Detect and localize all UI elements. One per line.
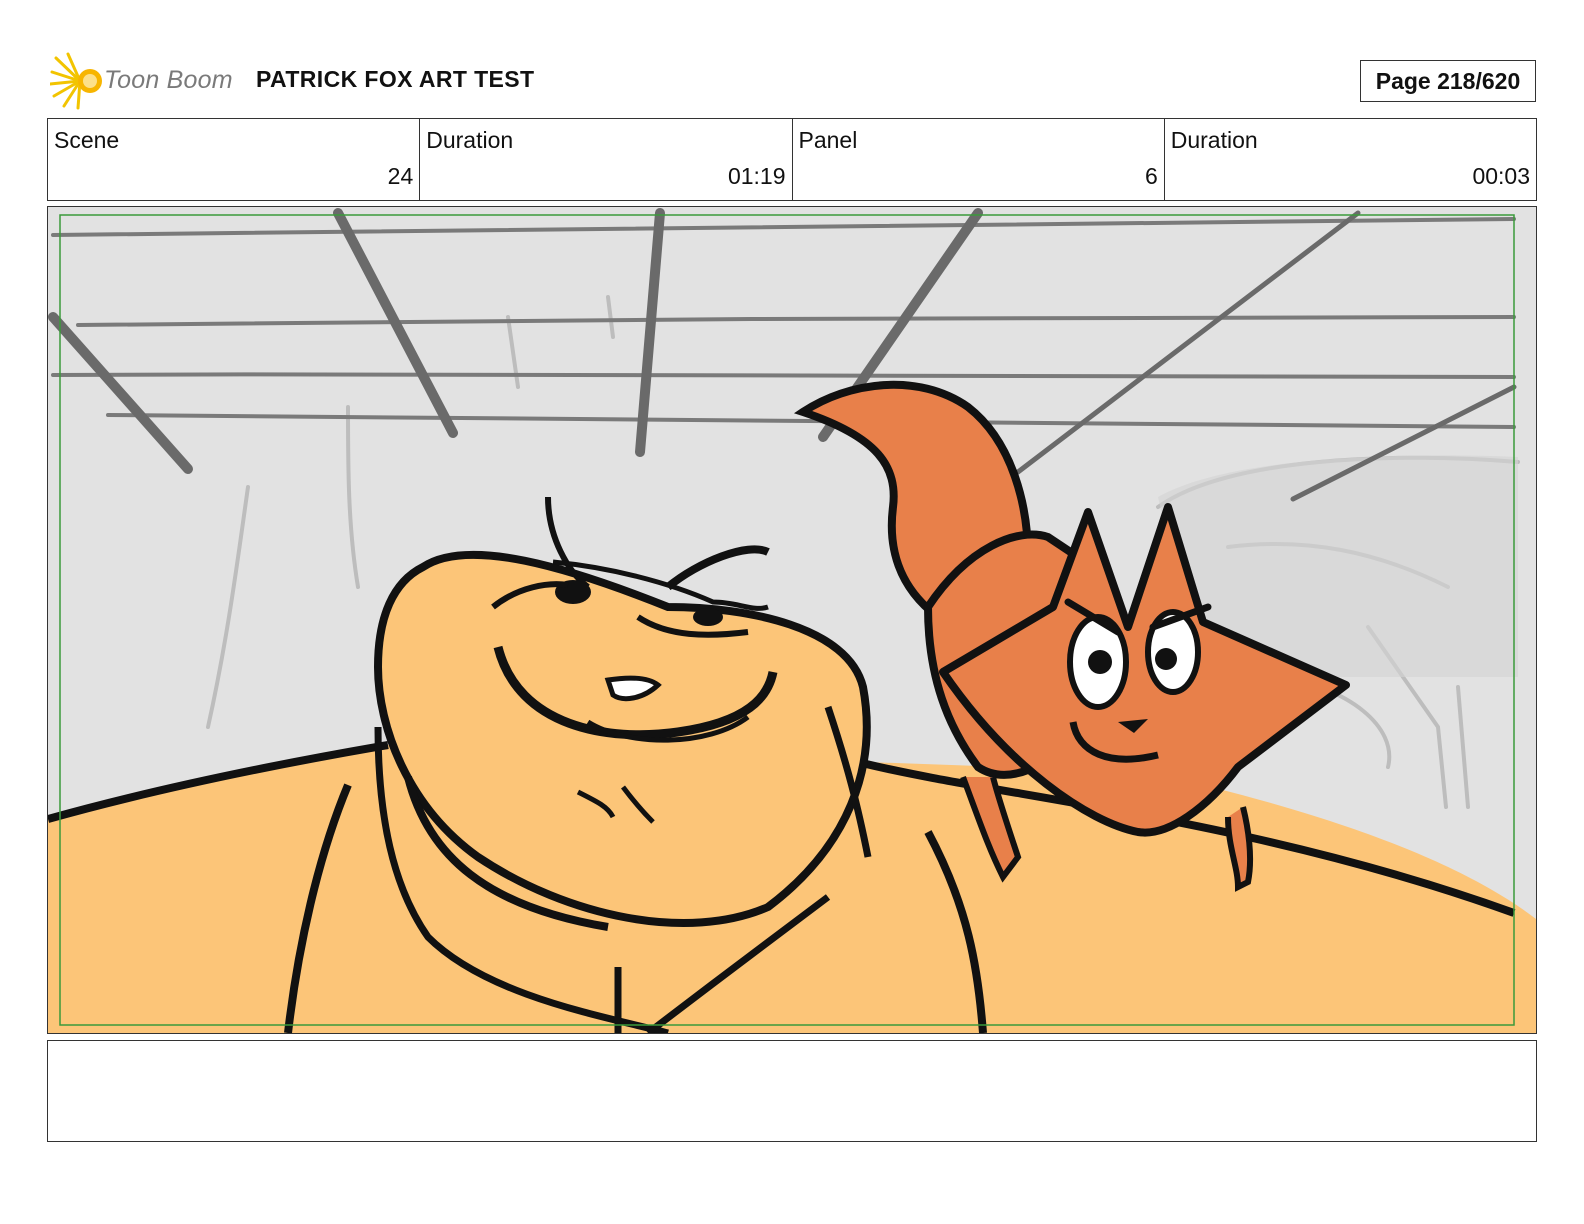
info-table: Scene 24 Duration 01:19 Panel 6 Duration… (47, 118, 1537, 201)
panel-duration-value: 00:03 (1472, 163, 1530, 189)
scene-duration-value: 01:19 (727, 163, 786, 189)
panel-notes-box (47, 1040, 1537, 1142)
panel-duration-label: Duration (1170, 127, 1258, 153)
project-title: PATRICK FOX ART TEST (256, 66, 535, 92)
scene-duration-label: Duration (426, 127, 514, 153)
scene-value: 24 (387, 163, 414, 189)
page-indicator: Page 218/620 (1360, 60, 1536, 102)
info-cell-panel: Panel 6 (793, 119, 1165, 200)
panel-value: 6 (1144, 163, 1158, 189)
scene-label: Scene (54, 127, 120, 153)
storyboard-panel (47, 206, 1537, 1034)
sunburst-icon (50, 52, 102, 110)
info-cell-scene-duration: Duration 01:19 (420, 119, 793, 200)
panel-label: Panel (798, 127, 858, 153)
toon-boom-logo: Toon Boom (50, 52, 240, 110)
logo-text: Toon Boom (104, 66, 233, 94)
info-cell-panel-duration: Duration 00:03 (1165, 119, 1536, 200)
info-cell-scene: Scene 24 (48, 119, 421, 200)
panel-artwork (48, 207, 1536, 1033)
